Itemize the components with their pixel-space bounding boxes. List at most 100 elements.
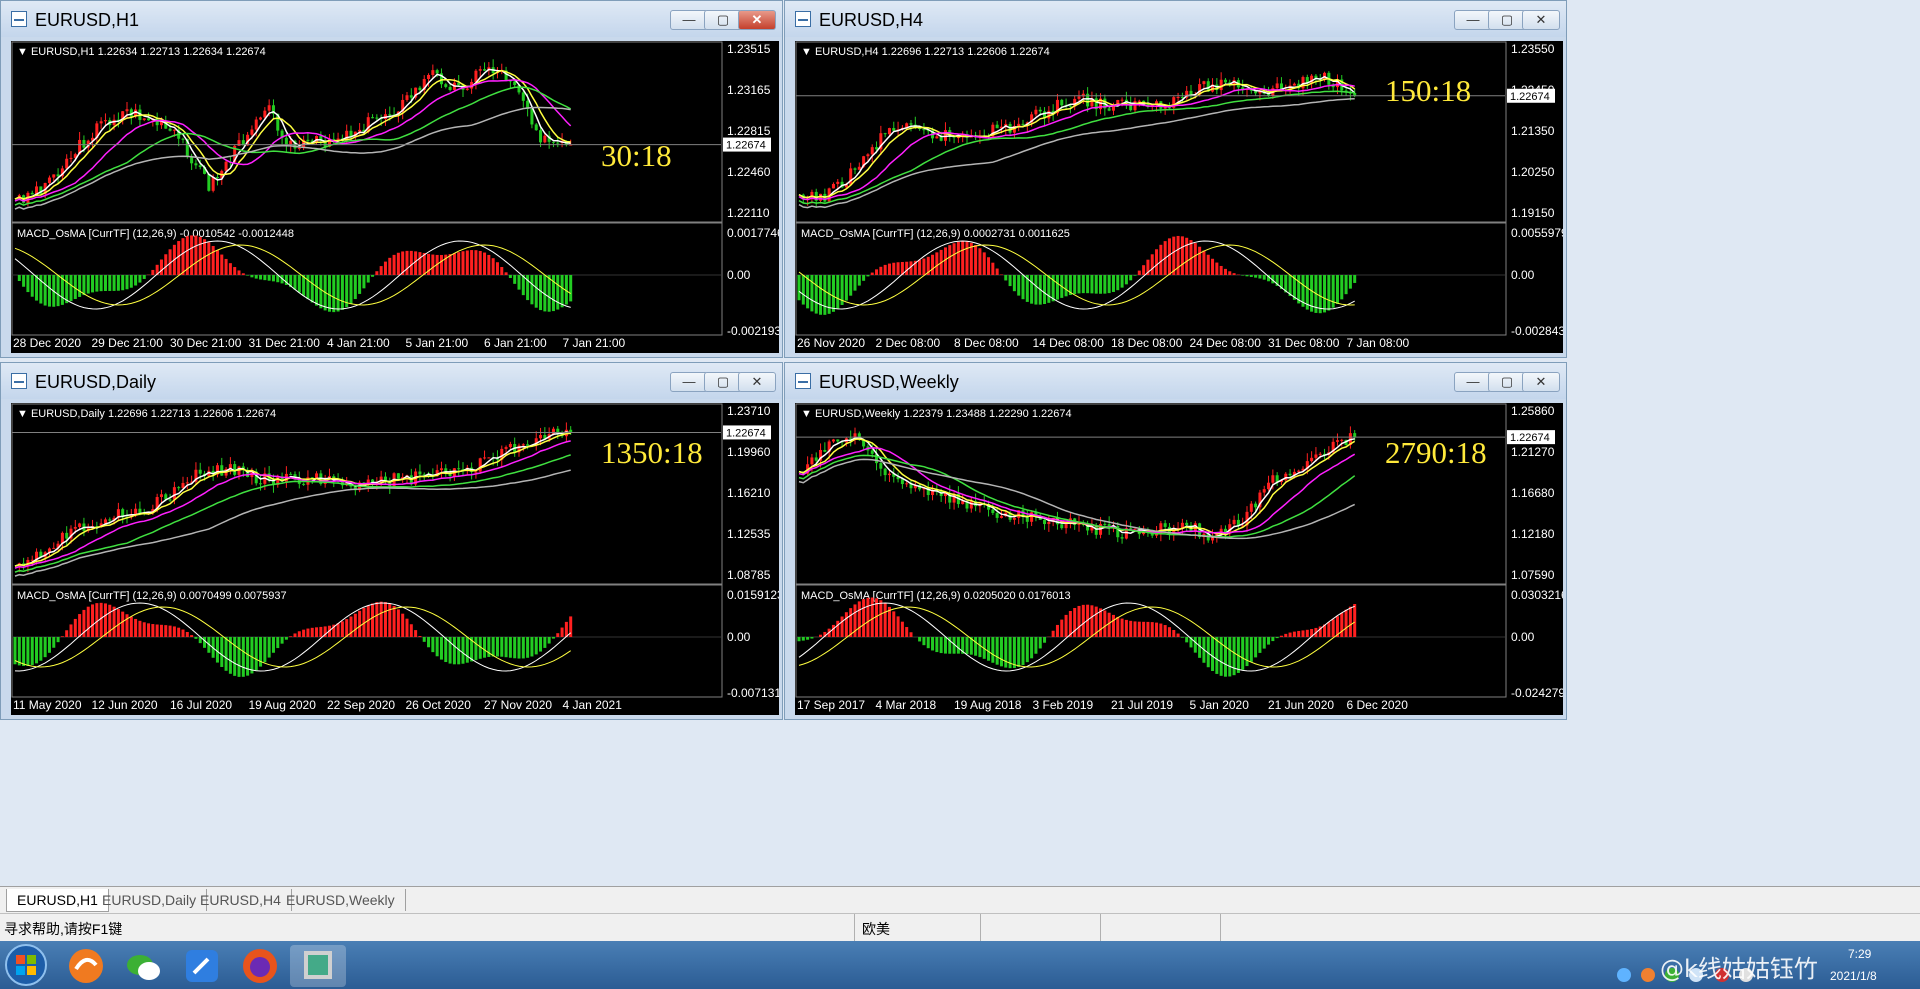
chart-area[interactable]: 1.23515 1.23165 1.22815 1.22460 1.22110 0.001… — [11, 41, 779, 353]
macd-histogram-bar — [508, 275, 512, 279]
start-button[interactable] — [4, 943, 48, 987]
candle-body — [142, 118, 146, 120]
candle-body — [185, 482, 189, 484]
minimize-button[interactable]: — — [670, 372, 708, 392]
window-titlebar[interactable]: EURUSD,Weekly — ▢ ✕ — [785, 363, 1566, 399]
window-titlebar[interactable]: EURUSD,H1 — ▢ ✕ — [1, 1, 782, 37]
chart-svg[interactable]: 1.235501.224501.213501.202501.191500.005… — [795, 41, 1563, 353]
macd-histogram-bar — [1348, 606, 1352, 637]
macd-histogram-bar — [220, 254, 224, 275]
chart-window-h4[interactable]: EURUSD,H4 — ▢ ✕ 1.235501.224501.213501.2… — [784, 0, 1567, 358]
macd-histogram-bar — [1030, 275, 1034, 304]
maximize-button[interactable]: ▢ — [704, 372, 742, 392]
ma-gray-line — [14, 469, 571, 577]
macd-histogram-bar — [379, 266, 383, 275]
notes-app-icon[interactable] — [174, 945, 230, 987]
wechat-icon[interactable] — [116, 945, 172, 987]
macd-histogram-bar — [1021, 637, 1025, 666]
macd-histogram-bar — [1008, 275, 1012, 287]
macd-histogram-bar — [1116, 616, 1120, 637]
window-titlebar[interactable]: EURUSD,H4 — ▢ ✕ — [785, 1, 1566, 37]
close-button[interactable]: ✕ — [1522, 10, 1560, 30]
candle-body — [1025, 517, 1029, 522]
candle-body — [78, 523, 82, 527]
time-axis-label: 6 Dec 2020 — [1347, 698, 1409, 712]
macd-histogram-bar — [1034, 275, 1038, 305]
macd-histogram-bar — [82, 275, 86, 296]
close-button[interactable]: ✕ — [738, 372, 776, 392]
maximize-button[interactable]: ▢ — [704, 10, 742, 30]
macd-histogram-bar — [358, 610, 362, 637]
minimize-button[interactable]: — — [1454, 372, 1492, 392]
time-axis-label: 19 Aug 2020 — [249, 698, 317, 712]
maximize-button[interactable]: ▢ — [1488, 372, 1526, 392]
macd-histogram-bar — [504, 272, 508, 275]
macd-histogram-bar — [310, 275, 314, 303]
macd-histogram-bar — [483, 252, 487, 275]
candle-body — [474, 70, 478, 82]
macd-histogram-bar — [1193, 637, 1197, 653]
macd-histogram-bar — [254, 637, 258, 671]
candle-body — [1292, 83, 1296, 86]
minimize-button[interactable]: — — [670, 10, 708, 30]
chart-area[interactable]: 1.235501.224501.213501.202501.191500.005… — [795, 41, 1563, 353]
chart-window-weekly[interactable]: EURUSD,Weekly — ▢ ✕ 1.25860 1.21270 1.1668… — [784, 362, 1567, 720]
candle-body — [1318, 453, 1322, 455]
close-button[interactable]: ✕ — [1522, 372, 1560, 392]
macd-histogram-bar — [879, 600, 883, 637]
macd-histogram-bar — [900, 621, 904, 637]
macd-histogram-bar — [60, 636, 64, 637]
candle-body — [198, 469, 202, 474]
candle-body — [1060, 99, 1064, 106]
macd-histogram-bar — [259, 275, 263, 280]
macd-histogram-bar — [267, 637, 271, 658]
macd-axis-label: 0.00 — [1511, 630, 1535, 644]
macd-histogram-bar — [1206, 254, 1210, 275]
tab-eurusd-weekly[interactable]: EURUSD,Weekly — [276, 889, 406, 911]
chart-window-daily[interactable]: EURUSD,Daily — ▢ ✕ 1.23710 1.19960 1.16210… — [0, 362, 783, 720]
macd-histogram-bar — [1055, 275, 1059, 300]
macd-histogram-bar — [866, 275, 870, 277]
macd-histogram-bar — [1228, 271, 1232, 275]
chart-svg[interactable]: 1.23710 1.19960 1.16210 1.12535 1.08785 0.015… — [11, 403, 779, 715]
firefox-icon[interactable] — [232, 945, 288, 987]
candle-body — [870, 450, 874, 454]
macd-histogram-bar — [1124, 275, 1128, 285]
macd-histogram-bar — [340, 275, 344, 310]
macd-histogram-bar — [1348, 275, 1352, 289]
macd-histogram-bar — [69, 275, 73, 302]
candle-body — [1202, 81, 1206, 85]
chart-window-h1[interactable]: EURUSD,H1 — ▢ ✕ 1.23515 1.23165 1.22815 1.2… — [0, 0, 783, 358]
chart-area[interactable]: 1.25860 1.21270 1.16680 1.12180 1.07590 0.030… — [795, 403, 1563, 715]
macd-histogram-bar — [1107, 275, 1111, 294]
candle-body — [259, 117, 263, 120]
app-orange-icon[interactable] — [58, 945, 114, 987]
macd-histogram-bar — [551, 637, 555, 639]
window-title: EURUSD,H4 — [819, 10, 924, 30]
macd-histogram-bar — [956, 241, 960, 275]
macd-histogram-bar — [271, 275, 275, 282]
watermark-text: @k线姑姑钰竹 — [1660, 955, 1818, 983]
close-button[interactable]: ✕ — [738, 10, 776, 30]
chart-area[interactable]: 1.23710 1.19960 1.16210 1.12535 1.08785 0.015… — [11, 403, 779, 715]
minimize-button[interactable]: — — [1454, 10, 1492, 30]
maximize-button[interactable]: ▢ — [1488, 10, 1526, 30]
macd-histogram-bar — [1077, 605, 1081, 637]
bar-countdown-timer: 150:18 — [1385, 73, 1471, 108]
macd-histogram-bar — [1232, 273, 1236, 275]
macd-histogram-bar — [491, 258, 495, 275]
trading-terminal-icon[interactable] — [290, 945, 346, 987]
macd-histogram-bar — [1198, 246, 1202, 275]
chart-svg[interactable]: 1.235151.231651.228151.224601.221100.001… — [11, 41, 779, 353]
candle-body — [1262, 489, 1266, 493]
macd-histogram-bar — [185, 631, 189, 637]
macd-histogram-bar — [1060, 619, 1064, 637]
chart-svg[interactable]: 1.25860 1.21270 1.16680 1.12180 1.07590 0.030… — [795, 403, 1563, 715]
time-axis-label: 7 Jan 08:00 — [1347, 336, 1410, 350]
macd-histogram-bar — [896, 616, 900, 637]
window-titlebar[interactable]: EURUSD,Daily — ▢ ✕ — [1, 363, 782, 399]
macd-histogram-bar — [1284, 633, 1288, 637]
candle-body — [995, 513, 999, 518]
macd-histogram-bar — [327, 275, 331, 312]
status-profile: 欧美 — [862, 921, 890, 937]
